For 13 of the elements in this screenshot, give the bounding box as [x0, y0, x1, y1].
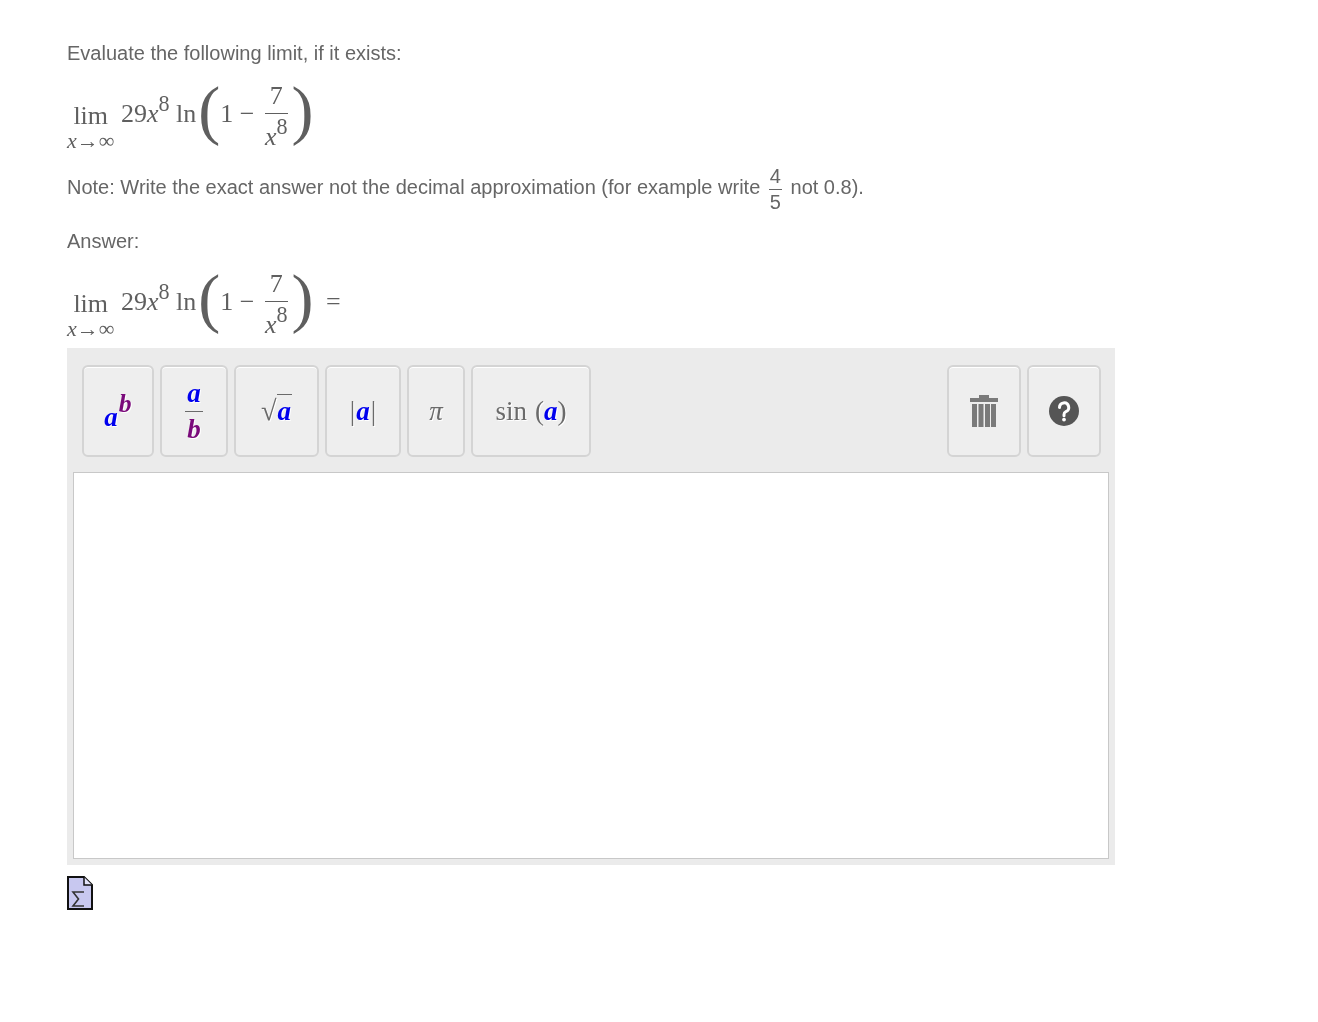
prompt-text: Evaluate the following limit, if it exists:: [67, 41, 402, 66]
fraction-button[interactable]: a b: [160, 365, 228, 457]
square-root-button[interactable]: √a: [234, 365, 319, 457]
trash-icon: [970, 395, 998, 427]
help-icon: [1049, 396, 1079, 426]
help-button[interactable]: [1027, 365, 1101, 457]
power-button[interactable]: ab: [82, 365, 154, 457]
answer-label: Answer:: [67, 229, 140, 254]
sine-button[interactable]: sin (a): [471, 365, 591, 457]
absolute-value-button[interactable]: |a|: [325, 365, 401, 457]
pi-button[interactable]: π: [407, 365, 465, 457]
clear-button[interactable]: [947, 365, 1021, 457]
sigma-document-icon[interactable]: [67, 876, 93, 910]
